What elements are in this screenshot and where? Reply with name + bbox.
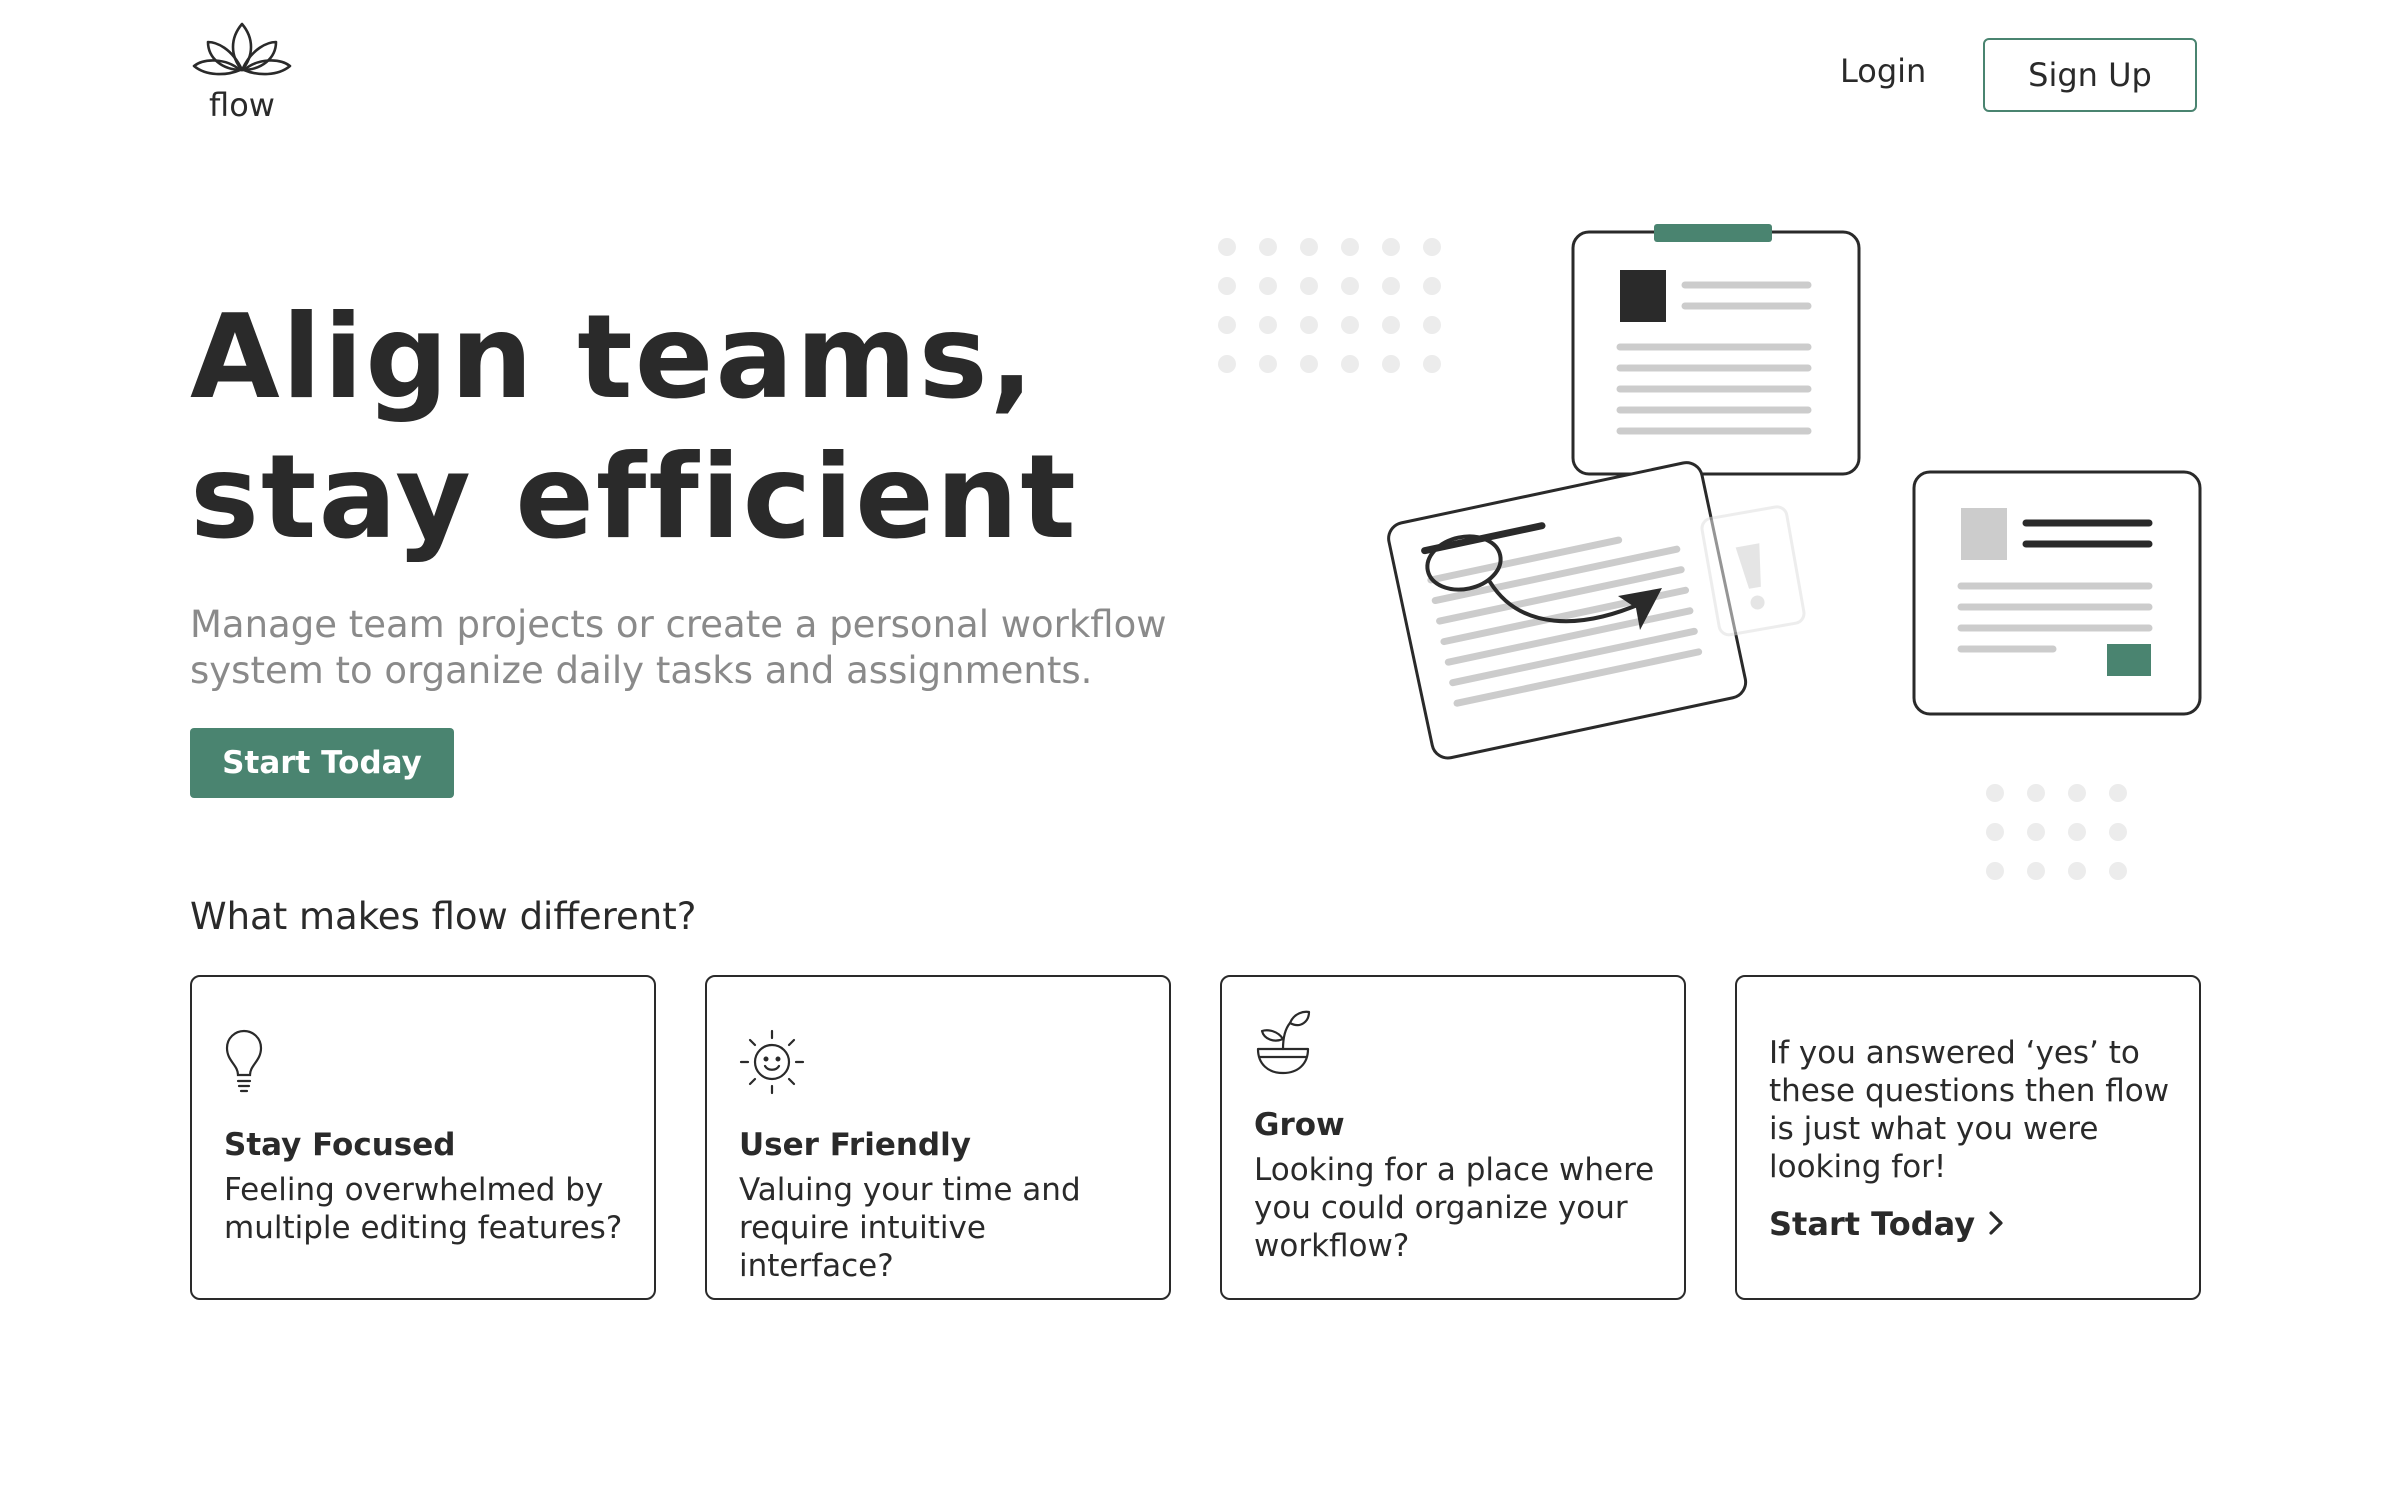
warning-card bbox=[1700, 505, 1806, 637]
feature-card-cta: If you answered ‘yes’ to these questions… bbox=[1735, 975, 2201, 1300]
smiling-sun-icon bbox=[739, 1029, 805, 1099]
hero-subtitle: Manage team projects or create a persona… bbox=[190, 603, 1167, 692]
plant-sprout-icon bbox=[1254, 1009, 1312, 1081]
feature-card-user-friendly: User Friendly Valuing your time and requ… bbox=[705, 975, 1171, 1300]
chevron-right-icon bbox=[1989, 1205, 2003, 1243]
tilted-document bbox=[1387, 461, 1748, 760]
feature-description: Feeling overwhelmed by multiple editing … bbox=[224, 1172, 623, 1246]
documents-illustration bbox=[1218, 224, 2202, 880]
sign-up-button[interactable]: Sign Up bbox=[1983, 38, 2197, 112]
login-link[interactable]: Login bbox=[1840, 52, 1926, 90]
dot-grid-decoration bbox=[1218, 238, 1441, 373]
clipboard-document bbox=[1571, 224, 1861, 476]
hero-title: Align teams, stay efficient bbox=[190, 288, 1190, 568]
hero-title-line-1: Align teams, bbox=[190, 290, 1036, 425]
lightbulb-icon bbox=[224, 1029, 264, 1101]
dot-grid-decoration-2 bbox=[1986, 784, 2127, 880]
feature-description: Valuing your time and require intuitive … bbox=[739, 1172, 1081, 1284]
start-today-link[interactable]: Start Today bbox=[1769, 1205, 2003, 1243]
feature-card-stay-focused: Stay Focused Feeling overwhelmed by mult… bbox=[190, 975, 656, 1300]
hero-illustration bbox=[1190, 210, 2220, 890]
hero-title-line-2: stay efficient bbox=[190, 430, 1078, 565]
logo-wordmark: flow bbox=[209, 86, 275, 124]
right-document bbox=[1912, 470, 2202, 716]
lotus-flower-icon bbox=[192, 22, 292, 76]
cta-card-text: If you answered ‘yes’ to these questions… bbox=[1769, 1035, 2170, 1185]
feature-title: User Friendly bbox=[739, 1127, 971, 1163]
start-today-link-label: Start Today bbox=[1769, 1205, 1976, 1243]
feature-title: Stay Focused bbox=[224, 1127, 456, 1163]
feature-description: Looking for a place where you could orga… bbox=[1254, 1152, 1655, 1264]
feature-title: Grow bbox=[1254, 1107, 1345, 1143]
feature-card-grow: Grow Looking for a place where you could… bbox=[1220, 975, 1686, 1300]
start-today-button[interactable]: Start Today bbox=[190, 728, 454, 798]
features-heading: What makes flow different? bbox=[190, 895, 697, 938]
